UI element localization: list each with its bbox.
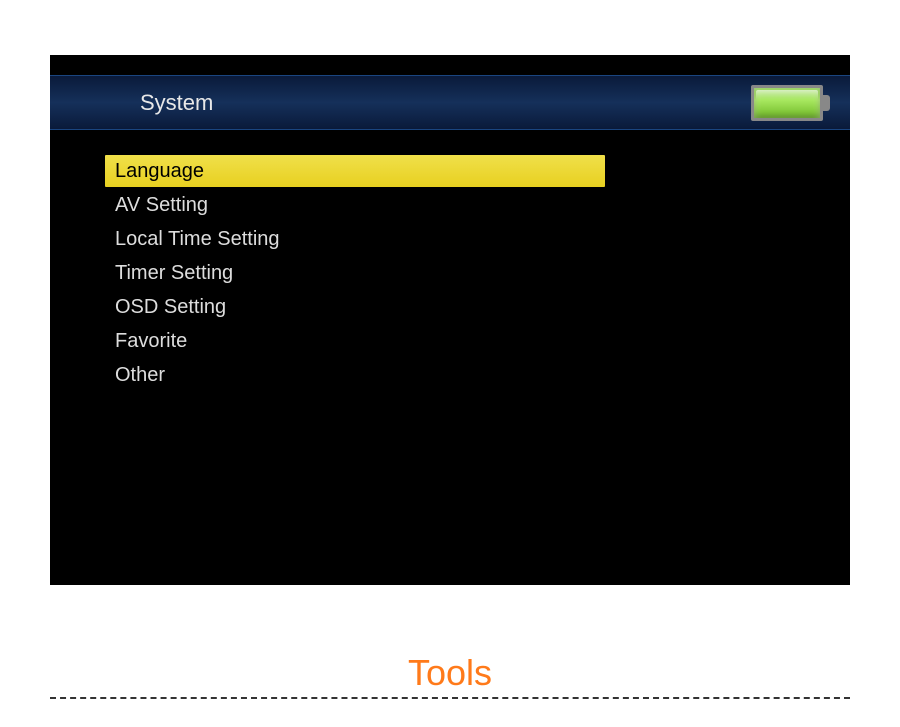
menu-item-label: Other xyxy=(115,364,165,387)
menu-item-language[interactable]: Language xyxy=(105,155,605,187)
menu-item-timer-setting[interactable]: Timer Setting xyxy=(105,257,605,289)
page-title: System xyxy=(140,90,213,116)
menu-item-favorite[interactable]: Favorite xyxy=(105,325,605,357)
section-heading: Tools xyxy=(408,653,492,693)
menu-item-label: AV Setting xyxy=(115,194,208,217)
header-bar: System xyxy=(50,75,850,130)
menu-item-other[interactable]: Other xyxy=(105,359,605,391)
tv-screen: System Language AV Setting Local Time Se… xyxy=(50,55,850,585)
bottom-section: Tools xyxy=(50,653,850,699)
battery-icon xyxy=(751,85,830,121)
menu-item-label: Timer Setting xyxy=(115,262,233,285)
menu-item-label: OSD Setting xyxy=(115,296,226,319)
menu-item-local-time-setting[interactable]: Local Time Setting xyxy=(105,223,605,255)
menu-item-osd-setting[interactable]: OSD Setting xyxy=(105,291,605,323)
menu-item-av-setting[interactable]: AV Setting xyxy=(105,189,605,221)
menu-list: Language AV Setting Local Time Setting T… xyxy=(50,130,850,391)
divider xyxy=(50,697,850,699)
menu-item-label: Local Time Setting xyxy=(115,228,280,251)
menu-item-label: Favorite xyxy=(115,330,187,353)
menu-item-label: Language xyxy=(115,160,204,183)
